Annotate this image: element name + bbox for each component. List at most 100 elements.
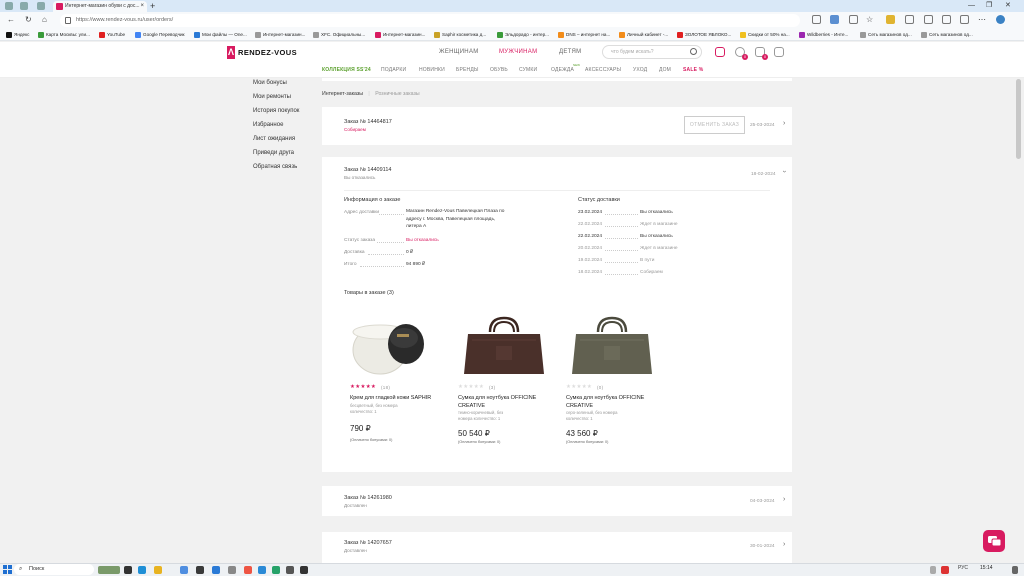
workspaces-icon[interactable] (20, 2, 28, 10)
bookmark-item[interactable]: Wildberries - Инте... (799, 30, 848, 40)
category-sale[interactable]: SALE % (683, 67, 703, 73)
active-tab[interactable]: Интернет-магазин обуви с дос... × (53, 1, 147, 12)
taskbar-app-icon[interactable] (228, 566, 236, 574)
order-card[interactable]: Заказ № 14261980 Доставлен 04-03-2024 › (322, 486, 792, 516)
category-care[interactable]: УХОД (633, 67, 647, 73)
bookmark-item[interactable]: Личный кабинет -... (619, 30, 668, 40)
category-brands[interactable]: БРЕНДЫ (456, 67, 479, 73)
bookmark-item[interactable]: YouTube (99, 30, 125, 40)
order-card[interactable]: Заказ № 14207657 Доставлен 30-01-2024 › (322, 532, 792, 563)
explorer-app-icon[interactable] (154, 566, 162, 574)
product-name[interactable]: Сумка для ноутбука OFFICINE CREATIVE (458, 394, 553, 410)
order-card[interactable]: Заказ № 14464817 Собираем ОТМЕНИТЬ ЗАКАЗ… (322, 107, 792, 145)
product-name[interactable]: Крем для гладкой кожи SAPHIR (350, 394, 445, 402)
nav-men[interactable]: МУЖЧИНАМ (499, 49, 537, 55)
home-icon[interactable]: ⌂ (42, 14, 47, 26)
bookmark-item[interactable]: Мои файлы — One... (194, 30, 247, 40)
product-card[interactable]: ★★★★★ (18) Крем для гладкой кожи SAPHIR … (348, 310, 448, 450)
extension-icon[interactable] (886, 15, 895, 24)
taskbar-app-icon[interactable] (196, 566, 204, 574)
new-tab-button[interactable]: + (150, 0, 155, 12)
category-accessories[interactable]: АКСЕССУАРЫ (585, 67, 621, 73)
sidebar-item-bonuses[interactable]: Мои бонусы (253, 80, 287, 86)
category-shoes[interactable]: ОБУВЬ (490, 67, 508, 73)
taskbar-app-icon[interactable] (180, 566, 188, 574)
product-card[interactable]: ★★★★★ (3) Сумка для ноутбука OFFICINE CR… (456, 310, 556, 450)
taskbar-clock[interactable]: 15:14 (980, 565, 993, 571)
category-collection[interactable]: КОЛЛЕКЦИЯ SS'24 (322, 67, 371, 73)
windows-start-icon[interactable] (3, 565, 12, 574)
bookmark-item[interactable]: XFC. Официальны... (313, 30, 365, 40)
chevron-right-icon[interactable]: › (783, 496, 785, 503)
more-menu-icon[interactable]: ⋯ (978, 15, 987, 24)
url-input[interactable]: https://www.rendez-vous.ru/user/orders/ (60, 14, 800, 27)
profile-icon[interactable]: 0 (735, 47, 748, 60)
close-tab-icon[interactable]: × (140, 1, 144, 12)
nav-kids[interactable]: ДЕТЯМ (559, 49, 581, 55)
keyboard-language[interactable]: РУС (958, 565, 968, 571)
refresh-icon[interactable]: ↻ (25, 14, 32, 26)
sidebar-item-invite[interactable]: Приведи друга (253, 150, 294, 156)
sidebar-item-waitlist[interactable]: Лист ожидания (253, 136, 295, 142)
read-aloud-icon[interactable] (849, 15, 858, 24)
bookmark-item[interactable]: Скидки от 50% на... (740, 30, 790, 40)
split-screen-icon[interactable] (905, 15, 914, 24)
taskbar-app-icon[interactable] (272, 566, 280, 574)
bookmark-item[interactable]: Сеть магазинов од... (921, 30, 973, 40)
sidebar-item-feedback[interactable]: Обратная связь (253, 164, 297, 170)
category-bags[interactable]: СУМКИ (519, 67, 537, 73)
bookmark-item[interactable]: Карта Москвы: ули... (38, 30, 90, 40)
app-icon[interactable] (5, 2, 13, 10)
edge-app-icon[interactable] (138, 566, 146, 574)
bookmark-item[interactable]: Saphir косметика д... (434, 30, 486, 40)
taskbar-search[interactable]: ⌕ Поиск (14, 564, 94, 575)
category-new[interactable]: НОВИНКИ (419, 67, 445, 73)
favorites-icon[interactable] (924, 15, 933, 24)
close-window-icon[interactable]: ✕ (1005, 0, 1011, 12)
taskbar-app-icon[interactable] (244, 566, 252, 574)
collections-icon[interactable] (942, 15, 951, 24)
category-home[interactable]: ДОМ (659, 67, 671, 73)
extension-icon[interactable] (830, 15, 839, 24)
chat-button[interactable] (983, 530, 1005, 552)
downloads-icon[interactable] (960, 15, 969, 24)
bookmark-item[interactable]: Интернет-магазин... (255, 30, 305, 40)
cart-icon[interactable] (774, 47, 784, 57)
app-grid-icon[interactable] (812, 15, 821, 24)
maximize-icon[interactable]: ❐ (986, 0, 992, 12)
tab-online-orders[interactable]: Интернет-заказы (322, 91, 363, 97)
bookmark-item[interactable]: DNS – интернет на... (558, 30, 610, 40)
chevron-right-icon[interactable]: › (783, 120, 785, 127)
product-card[interactable]: ★★★★★ (0) Сумка для ноутбука OFFICINE CR… (564, 310, 664, 450)
back-icon[interactable]: ← (7, 14, 15, 26)
bookmark-item[interactable]: Сеть магазинов од... (860, 30, 912, 40)
tray-chevron-icon[interactable] (930, 566, 936, 574)
category-gifts[interactable]: ПОДАРКИ (381, 67, 406, 73)
tray-app-icon[interactable] (941, 566, 949, 574)
bookmark-item[interactable]: Яндекс (6, 30, 29, 40)
bookmark-item[interactable]: Google Переводчик (135, 30, 185, 40)
order-number[interactable]: Заказ № 14409114 (344, 167, 391, 173)
camera-search-icon[interactable] (715, 47, 725, 57)
product-name[interactable]: Сумка для ноутбука OFFICINE CREATIVE (566, 394, 661, 410)
profile-avatar-icon[interactable] (996, 15, 1005, 24)
bookmark-item[interactable]: Эльдорадо - интер... (497, 30, 549, 40)
sidebar-item-history[interactable]: История покупок (253, 108, 299, 114)
sidebar-item-favorites[interactable]: Избранное (253, 122, 283, 128)
search-input[interactable]: что будем искать? (602, 45, 702, 59)
taskbar-app-icon[interactable] (300, 566, 308, 574)
taskbar-app-icon[interactable] (212, 566, 220, 574)
bookmark-item[interactable]: ЗОЛОТОЕ ЯБЛОКО... (677, 30, 731, 40)
sidebar-item-repairs[interactable]: Мои ремонты (253, 94, 291, 100)
favorite-star-icon[interactable]: ☆ (866, 15, 875, 24)
nav-women[interactable]: ЖЕНЩИНАМ (439, 49, 479, 55)
notifications-icon[interactable] (1012, 566, 1018, 574)
cancel-order-button[interactable]: ОТМЕНИТЬ ЗАКАЗ (684, 116, 745, 134)
category-clothes[interactable]: ОДЕЖДА (551, 67, 574, 73)
chevron-right-icon[interactable]: › (783, 541, 785, 548)
taskbar-app-icon[interactable] (258, 566, 266, 574)
bookmark-item[interactable]: Интернет-магазин... (375, 30, 425, 40)
task-view-icon[interactable] (124, 566, 132, 574)
taskbar-app-icon[interactable] (286, 566, 294, 574)
wishlist-icon[interactable]: 0 (755, 47, 768, 60)
